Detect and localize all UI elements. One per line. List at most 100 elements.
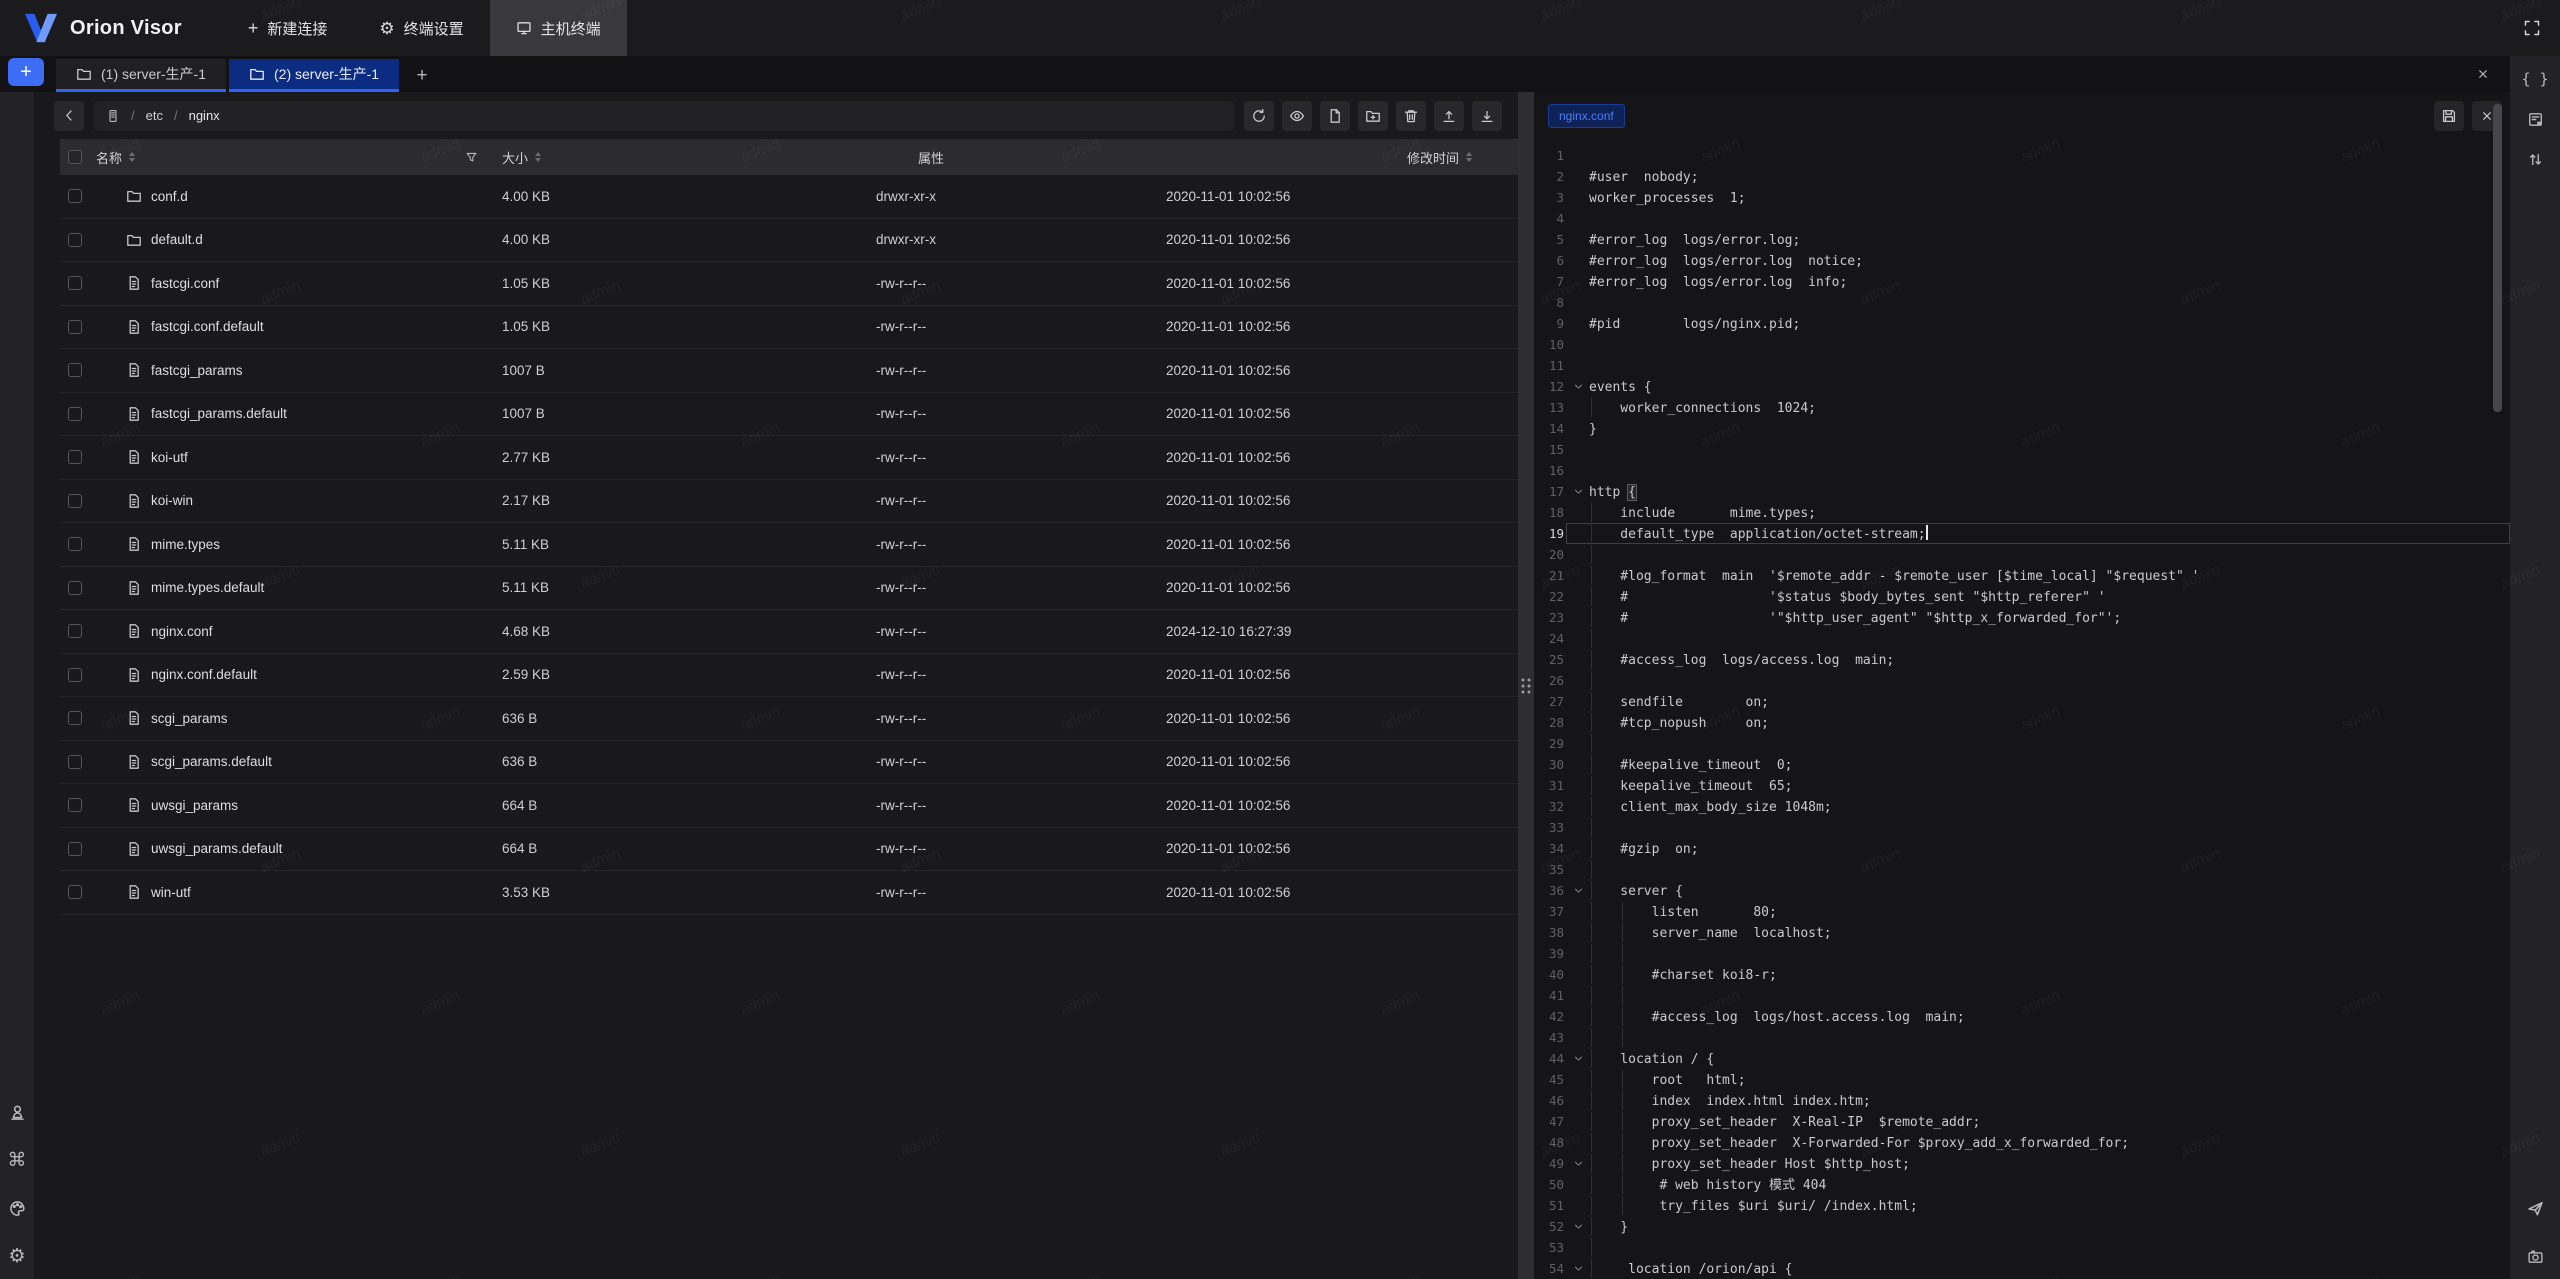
- file-name[interactable]: fastcgi_params.default: [151, 406, 287, 421]
- code-line[interactable]: 15: [1534, 439, 2510, 460]
- code-line[interactable]: 36 server {: [1534, 880, 2510, 901]
- code-line[interactable]: 23 # '"$http_user_agent" "$http_x_forwar…: [1534, 607, 2510, 628]
- refresh-icon[interactable]: [1244, 101, 1274, 131]
- code-line[interactable]: 28 #tcp_nopush on;: [1534, 712, 2510, 733]
- code-line[interactable]: 17http {: [1534, 481, 2510, 502]
- column-header-mtime[interactable]: 修改时间: [1407, 148, 1518, 167]
- code-line[interactable]: 49 proxy_set_header Host $http_host;: [1534, 1153, 2510, 1174]
- braces-icon[interactable]: { }: [2521, 64, 2549, 94]
- file-add-icon[interactable]: [1320, 101, 1350, 131]
- terminal-tab-1[interactable]: (1) server-生产-1: [56, 59, 226, 92]
- add-connection-button[interactable]: +: [8, 58, 44, 86]
- row-checkbox[interactable]: [68, 320, 82, 334]
- row-checkbox[interactable]: [68, 494, 82, 508]
- row-checkbox[interactable]: [68, 755, 82, 769]
- code-line[interactable]: 39: [1534, 943, 2510, 964]
- row-checkbox[interactable]: [68, 842, 82, 856]
- file-name[interactable]: default.d: [151, 232, 203, 247]
- file-name[interactable]: nginx.conf: [151, 624, 213, 639]
- row-checkbox[interactable]: [68, 624, 82, 638]
- row-checkbox[interactable]: [68, 581, 82, 595]
- file-row[interactable]: win-utf3.53 KB-rw-r--r--2020-11-01 10:02…: [60, 871, 1518, 915]
- code-line[interactable]: 45 root html;: [1534, 1069, 2510, 1090]
- file-name[interactable]: uwsgi_params.default: [151, 841, 282, 856]
- code-line[interactable]: 47 proxy_set_header X-Real-IP $remote_ad…: [1534, 1111, 2510, 1132]
- code-line[interactable]: 42 #access_log logs/host.access.log main…: [1534, 1006, 2510, 1027]
- sort-arrows-icon[interactable]: [2521, 144, 2549, 174]
- settings-gear-icon[interactable]: ⚙: [3, 1241, 31, 1271]
- file-row[interactable]: scgi_params.default636 B-rw-r--r--2020-1…: [60, 741, 1518, 785]
- code-line[interactable]: 34 #gzip on;: [1534, 838, 2510, 859]
- row-checkbox[interactable]: [68, 711, 82, 725]
- code-line[interactable]: 13 worker_connections 1024;: [1534, 397, 2510, 418]
- file-name[interactable]: mime.types.default: [151, 580, 264, 595]
- select-all-checkbox[interactable]: [60, 150, 90, 164]
- fold-chevron-icon[interactable]: [1567, 881, 1589, 900]
- code-line[interactable]: 21 #log_format main '$remote_addr - $rem…: [1534, 565, 2510, 586]
- column-header-size[interactable]: 大小: [486, 148, 856, 167]
- back-icon[interactable]: [54, 101, 84, 131]
- panel-resize-handle[interactable]: [1518, 92, 1534, 1279]
- code-line[interactable]: 52 }: [1534, 1216, 2510, 1237]
- code-line[interactable]: 1: [1534, 145, 2510, 166]
- open-file-tag[interactable]: nginx.conf: [1548, 104, 1625, 128]
- code-line[interactable]: 14}: [1534, 418, 2510, 439]
- fold-chevron-icon[interactable]: [1567, 1154, 1589, 1173]
- fold-chevron-icon[interactable]: [1567, 377, 1589, 396]
- code-editor[interactable]: 12#user nobody;3worker_processes 1;45#er…: [1534, 139, 2510, 1279]
- file-row[interactable]: conf.d4.00 KBdrwxr-xr-x2020-11-01 10:02:…: [60, 175, 1518, 219]
- code-line[interactable]: 5#error_log logs/error.log;: [1534, 229, 2510, 250]
- breadcrumb[interactable]: /etc/nginx: [94, 101, 1234, 131]
- code-line[interactable]: 44 location / {: [1534, 1048, 2510, 1069]
- code-line[interactable]: 25 #access_log logs/access.log main;: [1534, 649, 2510, 670]
- file-name[interactable]: uwsgi_params: [151, 798, 238, 813]
- row-checkbox[interactable]: [68, 363, 82, 377]
- code-line[interactable]: 30 #keepalive_timeout 0;: [1534, 754, 2510, 775]
- close-panel-icon[interactable]: [2470, 61, 2496, 87]
- file-row[interactable]: default.d4.00 KBdrwxr-xr-x2020-11-01 10:…: [60, 219, 1518, 263]
- code-line[interactable]: 10: [1534, 334, 2510, 355]
- new-tab-button[interactable]: +: [402, 59, 442, 92]
- code-line[interactable]: 32 client_max_body_size 1048m;: [1534, 796, 2510, 817]
- code-line[interactable]: 8: [1534, 292, 2510, 313]
- editor-scrollbar[interactable]: [2493, 104, 2502, 412]
- download-icon[interactable]: [1472, 101, 1502, 131]
- code-line[interactable]: 4: [1534, 208, 2510, 229]
- breadcrumb-segment[interactable]: etc: [146, 108, 163, 123]
- code-line[interactable]: 24: [1534, 628, 2510, 649]
- row-checkbox[interactable]: [68, 450, 82, 464]
- file-row[interactable]: mime.types.default5.11 KB-rw-r--r--2020-…: [60, 567, 1518, 611]
- code-line[interactable]: 19 default_type application/octet-stream…: [1534, 523, 2510, 544]
- fold-chevron-icon[interactable]: [1567, 482, 1589, 501]
- code-line[interactable]: 33: [1534, 817, 2510, 838]
- code-line[interactable]: 40 #charset koi8-r;: [1534, 964, 2510, 985]
- code-line[interactable]: 22 # '$status $body_bytes_sent "$http_re…: [1534, 586, 2510, 607]
- file-row[interactable]: mime.types5.11 KB-rw-r--r--2020-11-01 10…: [60, 523, 1518, 567]
- code-line[interactable]: 38 server_name localhost;: [1534, 922, 2510, 943]
- bookmark-doc-icon[interactable]: [2521, 104, 2549, 134]
- filter-icon[interactable]: [465, 151, 478, 164]
- code-line[interactable]: 46 index index.html index.htm;: [1534, 1090, 2510, 1111]
- code-line[interactable]: 48 proxy_set_header X-Forwarded-For $pro…: [1534, 1132, 2510, 1153]
- file-row[interactable]: uwsgi_params.default664 B-rw-r--r--2020-…: [60, 828, 1518, 872]
- file-row[interactable]: fastcgi_params.default1007 B-rw-r--r--20…: [60, 393, 1518, 437]
- file-name[interactable]: scgi_params.default: [151, 754, 272, 769]
- code-line[interactable]: 3worker_processes 1;: [1534, 187, 2510, 208]
- file-name[interactable]: win-utf: [151, 885, 191, 900]
- code-line[interactable]: 35: [1534, 859, 2510, 880]
- file-row[interactable]: nginx.conf4.68 KB-rw-r--r--2024-12-10 16…: [60, 610, 1518, 654]
- breadcrumb-segment[interactable]: nginx: [189, 108, 220, 123]
- command-icon[interactable]: ⌘: [3, 1145, 31, 1175]
- file-name[interactable]: koi-win: [151, 493, 193, 508]
- code-line[interactable]: 12events {: [1534, 376, 2510, 397]
- code-line[interactable]: 41: [1534, 985, 2510, 1006]
- fold-chevron-icon[interactable]: [1567, 1049, 1589, 1068]
- upload-icon[interactable]: [1434, 101, 1464, 131]
- camera-icon[interactable]: [2521, 1241, 2549, 1271]
- code-line[interactable]: 18 include mime.types;: [1534, 502, 2510, 523]
- code-line[interactable]: 29: [1534, 733, 2510, 754]
- trash-icon[interactable]: [1396, 101, 1426, 131]
- file-name[interactable]: fastcgi_params: [151, 363, 243, 378]
- file-row[interactable]: nginx.conf.default2.59 KB-rw-r--r--2020-…: [60, 654, 1518, 698]
- row-checkbox[interactable]: [68, 407, 82, 421]
